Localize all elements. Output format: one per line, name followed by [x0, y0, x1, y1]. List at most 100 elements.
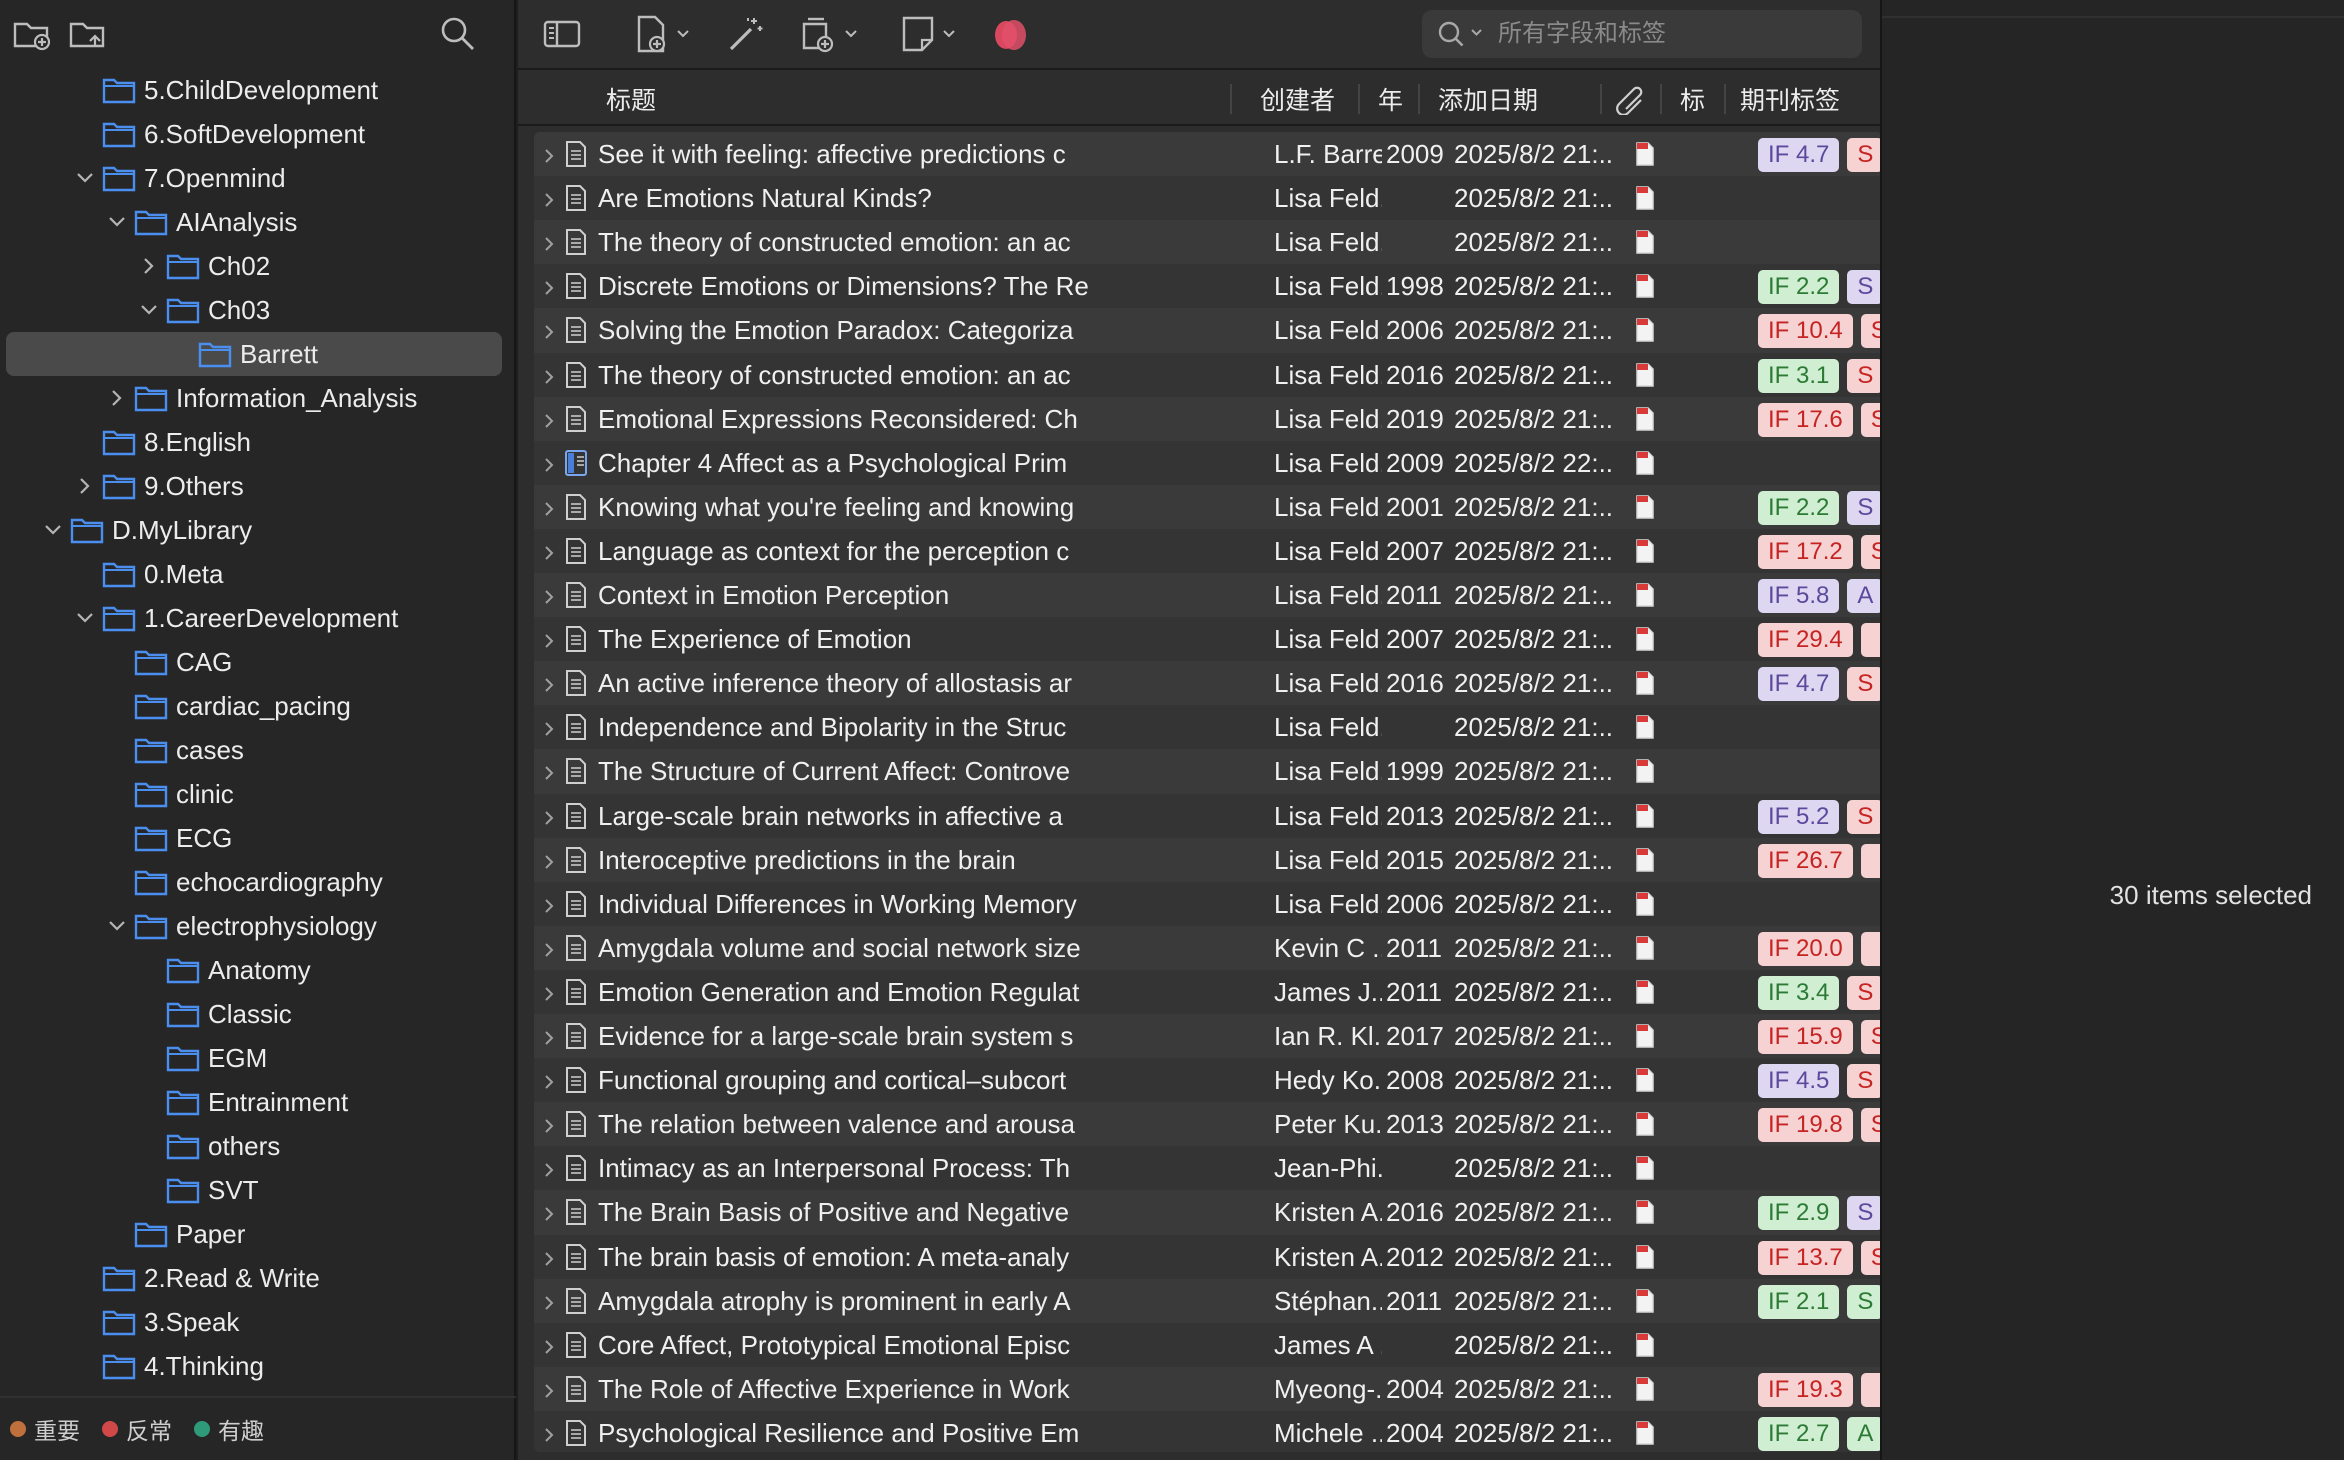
column-year[interactable]: 年 — [1378, 72, 1403, 126]
pdf-attachment-icon[interactable] — [1634, 847, 1656, 873]
chevron-down-icon[interactable] — [74, 607, 96, 629]
chevron-right-icon[interactable] — [538, 143, 560, 165]
chevron-right-icon[interactable] — [538, 1378, 560, 1400]
pdf-attachment-icon[interactable] — [1634, 670, 1656, 696]
pdf-attachment-icon[interactable] — [1634, 450, 1656, 476]
item-row[interactable]: Amygdala atrophy is prominent in early A… — [534, 1279, 1882, 1323]
chevron-right-icon[interactable] — [538, 981, 560, 1003]
collection-item[interactable]: 6.SoftDevelopment — [6, 112, 502, 156]
collection-item[interactable]: Entrainment — [6, 1080, 502, 1124]
column-creator[interactable]: 创建者 — [1260, 72, 1335, 126]
item-row[interactable]: The Role of Affective Experience in Work… — [534, 1367, 1882, 1411]
collection-item[interactable]: 7.Openmind — [6, 156, 502, 200]
chevron-down-icon[interactable] — [42, 519, 64, 541]
pdf-attachment-icon[interactable] — [1634, 406, 1656, 432]
search-box[interactable] — [1422, 10, 1862, 58]
chevron-right-icon[interactable] — [538, 364, 560, 386]
item-row[interactable]: See it with feeling: affective predictio… — [534, 132, 1882, 176]
item-row[interactable]: Emotion Generation and Emotion Regulat Ja… — [534, 970, 1882, 1014]
item-row[interactable]: Amygdala volume and social network size K… — [534, 926, 1882, 970]
chevron-right-icon[interactable] — [538, 760, 560, 782]
pdf-attachment-icon[interactable] — [1634, 1155, 1656, 1181]
chevron-right-icon[interactable] — [538, 672, 560, 694]
item-row[interactable]: Core Affect, Prototypical Emotional Epis… — [534, 1323, 1882, 1367]
pdf-attachment-icon[interactable] — [1634, 1199, 1656, 1225]
sidebar-search-button[interactable] — [436, 14, 480, 54]
pdf-attachment-icon[interactable] — [1634, 538, 1656, 564]
chevron-right-icon[interactable] — [138, 255, 160, 277]
chevron-right-icon[interactable] — [538, 1201, 560, 1223]
chevron-right-icon[interactable] — [538, 893, 560, 915]
column-journal-tags[interactable]: 期刊标签 — [1740, 72, 1840, 126]
collection-item[interactable]: EGM — [6, 1036, 502, 1080]
collection-item[interactable]: Anatomy — [6, 948, 502, 992]
toggle-sidebar-button[interactable] — [542, 12, 582, 56]
pdf-attachment-icon[interactable] — [1634, 1420, 1656, 1446]
collection-item[interactable]: ECG — [6, 816, 502, 860]
item-row[interactable]: Are Emotions Natural Kinds? Lisa Feld... 2… — [534, 176, 1882, 220]
collection-item[interactable]: 1.CareerDevelopment — [6, 596, 502, 640]
collection-item[interactable]: 0.Meta — [6, 552, 502, 596]
tag-chip[interactable]: 有趣 — [194, 1412, 264, 1446]
chevron-right-icon[interactable] — [538, 231, 560, 253]
new-collection-button[interactable] — [10, 14, 54, 54]
column-divider[interactable] — [1600, 84, 1602, 114]
collection-item[interactable]: cases — [6, 728, 502, 772]
pdf-attachment-icon[interactable] — [1634, 626, 1656, 652]
chevron-down-icon[interactable] — [106, 915, 128, 937]
chevron-right-icon[interactable] — [538, 408, 560, 430]
chevron-right-icon[interactable] — [538, 540, 560, 562]
column-date-added[interactable]: 添加日期 — [1438, 72, 1538, 126]
chevron-right-icon[interactable] — [538, 849, 560, 871]
chevron-right-icon[interactable] — [538, 319, 560, 341]
item-row[interactable]: Evidence for a large-scale brain system … — [534, 1014, 1882, 1058]
item-row[interactable]: The Structure of Current Affect: Controv… — [534, 749, 1882, 793]
search-mode-dropdown[interactable] — [1436, 20, 1488, 55]
pdf-attachment-icon[interactable] — [1634, 1067, 1656, 1093]
collection-item[interactable]: clinic — [6, 772, 502, 816]
collection-item[interactable]: AIAnalysis — [6, 200, 502, 244]
column-divider[interactable] — [1660, 84, 1662, 114]
column-attachments[interactable] — [1616, 72, 1650, 126]
collection-item[interactable]: 8.English — [6, 420, 502, 464]
pdf-attachment-icon[interactable] — [1634, 714, 1656, 740]
chevron-right-icon[interactable] — [538, 1334, 560, 1356]
new-item-button[interactable] — [634, 12, 690, 56]
collection-item[interactable]: D.MyLibrary — [6, 508, 502, 552]
collection-item[interactable]: Classic — [6, 992, 502, 1036]
collection-item[interactable]: Paper — [6, 1212, 502, 1256]
collection-item[interactable]: Information_Analysis — [6, 376, 502, 420]
item-row[interactable]: The Experience of Emotion Lisa Feld...200… — [534, 617, 1882, 661]
collection-item[interactable]: Ch02 — [6, 244, 502, 288]
collection-item[interactable]: 2.Read & Write — [6, 1256, 502, 1300]
collection-item[interactable]: others — [6, 1124, 502, 1168]
item-row[interactable]: The brain basis of emotion: A meta-analy… — [534, 1235, 1882, 1279]
item-row[interactable]: The relation between valence and arousa P… — [534, 1102, 1882, 1146]
pdf-attachment-icon[interactable] — [1634, 582, 1656, 608]
new-note-button[interactable] — [900, 12, 956, 56]
chevron-right-icon[interactable] — [538, 275, 560, 297]
chevron-right-icon[interactable] — [538, 1422, 560, 1444]
chevron-down-icon[interactable] — [138, 299, 160, 321]
pdf-attachment-icon[interactable] — [1634, 1288, 1656, 1314]
pdf-attachment-icon[interactable] — [1634, 494, 1656, 520]
pdf-attachment-icon[interactable] — [1634, 185, 1656, 211]
column-divider[interactable] — [1418, 84, 1420, 114]
column-divider[interactable] — [1358, 84, 1360, 114]
chevron-right-icon[interactable] — [538, 716, 560, 738]
chevron-right-icon[interactable] — [538, 937, 560, 959]
pdf-attachment-icon[interactable] — [1634, 758, 1656, 784]
pdf-attachment-icon[interactable] — [1634, 1376, 1656, 1402]
chevron-down-icon[interactable] — [74, 167, 96, 189]
column-divider[interactable] — [1230, 84, 1232, 114]
item-row[interactable]: The theory of constructed emotion: an ac… — [534, 353, 1882, 397]
pdf-attachment-icon[interactable] — [1634, 317, 1656, 343]
add-attachment-button[interactable] — [798, 12, 858, 56]
item-row[interactable]: Psychological Resilience and Positive Em… — [534, 1411, 1882, 1452]
chevron-right-icon[interactable] — [538, 584, 560, 606]
chevron-right-icon[interactable] — [538, 1025, 560, 1047]
chevron-right-icon[interactable] — [538, 1157, 560, 1179]
chevron-right-icon[interactable] — [538, 1246, 560, 1268]
tag-chip[interactable]: 重要 — [10, 1412, 80, 1446]
item-row[interactable]: Emotional Expressions Reconsidered: Ch Li… — [534, 397, 1882, 441]
